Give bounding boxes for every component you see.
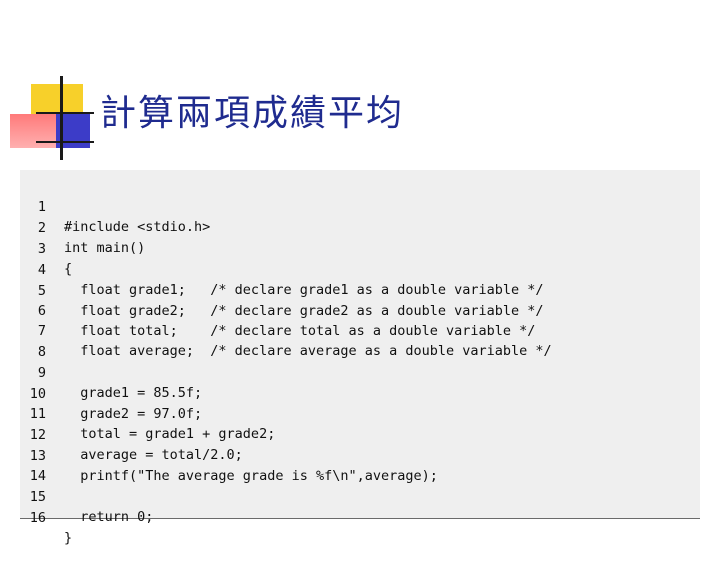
code-line: 16 } xyxy=(20,488,700,546)
code-listing: 1 #include <stdio.h> 2 int main() 3 { 4 … xyxy=(20,170,700,546)
code-line: 11 total = grade1 + grade2; xyxy=(20,384,700,442)
code-line: 15 return 0; xyxy=(20,467,700,525)
code-line: 14 xyxy=(20,446,700,484)
decor-horizontal-line xyxy=(36,112,94,114)
code-line: 5 float grade2; /* declare grade2 as a d… xyxy=(20,261,700,319)
code-line: 4 float grade1; /* declare grade1 as a d… xyxy=(20,240,700,298)
decor-horizontal-line-lower xyxy=(36,141,94,143)
code-line: 6 float total; /* declare total as a dou… xyxy=(20,281,700,339)
decor-vertical-line xyxy=(60,76,63,160)
slide-title: 計算兩項成績平均 xyxy=(100,93,405,134)
code-line: 9 grade1 = 85.5f; xyxy=(20,343,700,401)
code-text: } xyxy=(64,530,73,546)
code-line: 13 printf("The average grade is %f\n",av… xyxy=(20,426,700,484)
code-line: 2 int main() xyxy=(20,198,700,256)
code-text: return 0; xyxy=(64,509,154,525)
line-number: 16 xyxy=(29,510,46,526)
code-line: 1 #include <stdio.h> xyxy=(20,177,700,235)
code-line: 3 { xyxy=(20,219,700,277)
code-line: 7 float average; /* declare average as a… xyxy=(20,301,700,359)
code-line: 12 average = total/2.0; xyxy=(20,405,700,463)
code-line: 8 xyxy=(20,322,700,360)
code-line: 10 grade2 = 97.0f; xyxy=(20,364,700,422)
